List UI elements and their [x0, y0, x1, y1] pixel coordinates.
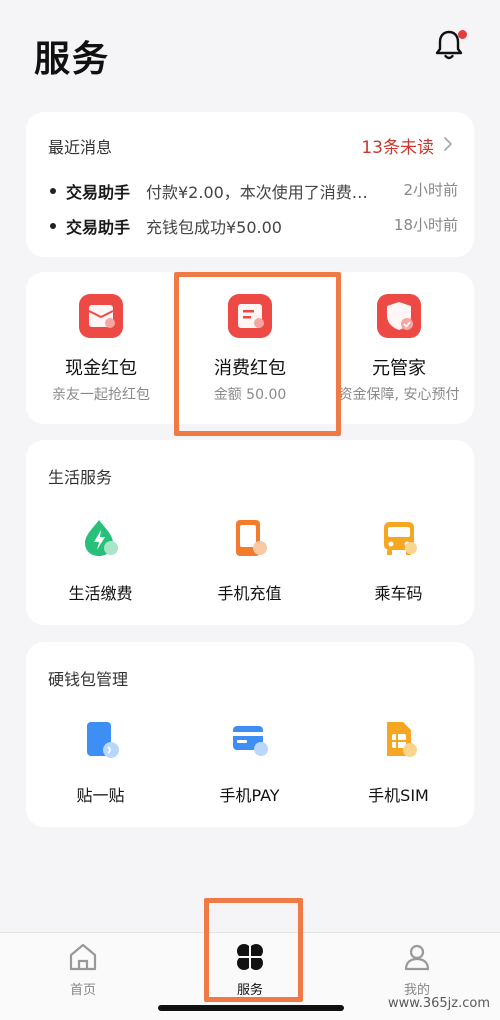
- phone-topup-icon: [236, 520, 267, 556]
- recent-messages-title: 最近消息: [48, 138, 113, 157]
- chevron-right-icon[interactable]: [442, 136, 454, 152]
- header: 服务: [0, 0, 500, 100]
- sim-icon: [387, 722, 417, 757]
- highlight-frame: [174, 272, 341, 436]
- bullet-dot: [50, 188, 56, 194]
- phone-sim[interactable]: 手机SIM: [324, 712, 473, 822]
- bus-code-icon: [384, 522, 417, 555]
- section-title: 硬钱包管理: [48, 670, 129, 689]
- message-time: 18小时前: [393, 216, 458, 234]
- life-services-card: 生活服务 生活缴费 手机充值 乘车码: [26, 440, 474, 625]
- notification-dot: [458, 30, 467, 39]
- service-label: 生活缴费: [68, 584, 133, 603]
- profile-icon: [404, 944, 430, 971]
- bullet-dot: [50, 223, 56, 229]
- utility-payment[interactable]: 生活缴费: [26, 510, 175, 620]
- cash-red-packet[interactable]: 现金红包 亲友一起抢红包: [26, 272, 176, 424]
- page-title: 服务: [34, 39, 111, 80]
- service-label: 手机PAY: [219, 786, 280, 805]
- cash-red-packet-icon: [79, 294, 123, 338]
- red-packet-subtitle: 资金保障, 安心预付: [338, 387, 460, 403]
- nav-home[interactable]: 首页: [0, 933, 166, 1020]
- phone-topup[interactable]: 手机充值: [175, 510, 324, 620]
- message-sender: 交易助手: [66, 183, 131, 202]
- service-label: 贴一贴: [76, 786, 125, 805]
- message-sender: 交易助手: [66, 218, 131, 237]
- recent-messages-card[interactable]: 最近消息 13条未读 交易助手 付款¥2.00，本次使用了消费… 2小时前 交易…: [26, 112, 474, 257]
- service-label: 手机充值: [217, 584, 282, 603]
- red-packet-title: 现金红包: [65, 358, 137, 379]
- message-item[interactable]: 交易助手 付款¥2.00，本次使用了消费… 2小时前: [48, 179, 458, 203]
- home-indicator: [158, 1005, 344, 1011]
- red-packet-title: 元管家: [372, 358, 426, 379]
- message-content: 付款¥2.00，本次使用了消费…: [146, 183, 368, 202]
- yuan-guanjia[interactable]: 元管家 资金保障, 安心预付: [324, 272, 474, 424]
- utility-payment-icon: [85, 520, 118, 556]
- section-title: 生活服务: [48, 468, 113, 487]
- bus-code[interactable]: 乘车码: [324, 510, 473, 620]
- home-icon: [69, 943, 97, 971]
- tap-icon: [87, 722, 119, 758]
- service-label: 手机SIM: [368, 786, 429, 805]
- tap-to-pay[interactable]: 贴一贴: [26, 712, 175, 822]
- hard-wallet-card: 硬钱包管理 贴一贴 手机PAY 手机SIM: [26, 642, 474, 827]
- phone-pay-icon: [233, 726, 268, 756]
- highlight-frame: [204, 898, 303, 1002]
- message-item[interactable]: 交易助手 充钱包成功¥50.00 18小时前: [48, 214, 458, 238]
- watermark: www.365jz.com: [388, 996, 490, 1011]
- nav-label: 首页: [69, 983, 96, 998]
- red-packet-subtitle: 亲友一起抢红包: [52, 387, 150, 403]
- message-time: 2小时前: [403, 181, 458, 199]
- service-label: 乘车码: [374, 584, 423, 603]
- phone-pay[interactable]: 手机PAY: [175, 712, 324, 822]
- message-content: 充钱包成功¥50.00: [146, 218, 282, 237]
- shield-icon: [377, 294, 421, 338]
- unread-count[interactable]: 13条未读: [361, 133, 434, 158]
